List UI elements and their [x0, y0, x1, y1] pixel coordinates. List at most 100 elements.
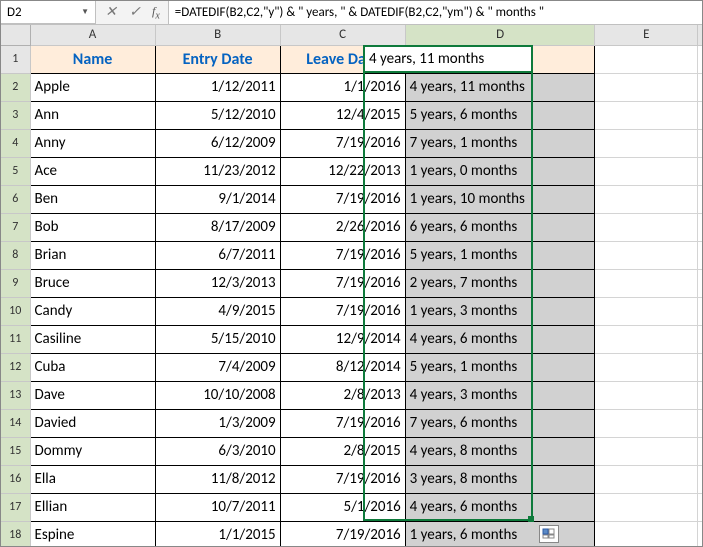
- cell[interactable]: [595, 465, 698, 493]
- cell[interactable]: [595, 269, 698, 297]
- cell[interactable]: [698, 101, 702, 129]
- col-header-C[interactable]: C: [280, 25, 405, 45]
- cell[interactable]: 7/19/2016: [280, 269, 405, 297]
- cell[interactable]: Bruce: [30, 269, 155, 297]
- formula-input[interactable]: =DATEDIF(B2,C2,"y") & " years, " & DATED…: [169, 1, 702, 24]
- cell[interactable]: 1/3/2009: [155, 409, 280, 437]
- row-header[interactable]: 16: [1, 465, 30, 493]
- cell[interactable]: [595, 185, 698, 213]
- cell[interactable]: Espine: [30, 521, 155, 546]
- cell[interactable]: 4 years, 6 months: [405, 325, 595, 353]
- cell[interactable]: [698, 241, 702, 269]
- cell[interactable]: [698, 437, 702, 465]
- cell[interactable]: [595, 437, 698, 465]
- cell[interactable]: [595, 521, 698, 546]
- cell[interactable]: [698, 325, 702, 353]
- cancel-icon[interactable]: ✕: [104, 6, 118, 20]
- cell[interactable]: [595, 241, 698, 269]
- cell[interactable]: Ella: [30, 465, 155, 493]
- cell[interactable]: [698, 465, 702, 493]
- dropdown-icon[interactable]: ▼: [81, 7, 89, 17]
- cell[interactable]: 6 years, 6 months: [405, 213, 595, 241]
- row-header[interactable]: 1: [1, 45, 30, 73]
- cell[interactable]: Apple: [30, 73, 155, 101]
- cell[interactable]: [698, 297, 702, 325]
- cell[interactable]: 10/7/2011: [155, 493, 280, 521]
- cell[interactable]: 1 years, 10 months: [405, 185, 595, 213]
- cell[interactable]: [595, 157, 698, 185]
- col-header-F[interactable]: F: [698, 25, 702, 45]
- cell[interactable]: 2/8/2013: [280, 381, 405, 409]
- cell[interactable]: [698, 73, 702, 101]
- cell[interactable]: [595, 381, 698, 409]
- cell[interactable]: 1/12/2011: [155, 73, 280, 101]
- cell[interactable]: Ben: [30, 185, 155, 213]
- cell[interactable]: 1 years, 0 months: [405, 157, 595, 185]
- cell[interactable]: Bob: [30, 213, 155, 241]
- cell[interactable]: 4 years, 8 months: [405, 437, 595, 465]
- cell[interactable]: 12/3/2013: [155, 269, 280, 297]
- cell[interactable]: 4 years, 3 months: [405, 381, 595, 409]
- row-header[interactable]: 5: [1, 157, 30, 185]
- cell[interactable]: 1/1/2015: [155, 521, 280, 546]
- cell[interactable]: 7/19/2016: [280, 297, 405, 325]
- cell[interactable]: 7/4/2009: [155, 353, 280, 381]
- cell[interactable]: 7 years, 6 months: [405, 409, 595, 437]
- cell[interactable]: Ace: [30, 157, 155, 185]
- cell[interactable]: Casiline: [30, 325, 155, 353]
- row-header[interactable]: 17: [1, 493, 30, 521]
- cell[interactable]: 2/26/2016: [280, 213, 405, 241]
- cell[interactable]: 10/10/2008: [155, 381, 280, 409]
- cell[interactable]: 7/19/2016: [280, 241, 405, 269]
- cell[interactable]: Cuba: [30, 353, 155, 381]
- col-header-B[interactable]: B: [155, 25, 280, 45]
- cell[interactable]: 3 years, 8 months: [405, 465, 595, 493]
- cell[interactable]: Entry Date: [155, 45, 280, 73]
- cell[interactable]: 7/19/2016: [280, 185, 405, 213]
- row-header[interactable]: 14: [1, 409, 30, 437]
- cell[interactable]: 5/1/2016: [280, 493, 405, 521]
- row-header[interactable]: 8: [1, 241, 30, 269]
- cell[interactable]: 5/12/2010: [155, 101, 280, 129]
- cell[interactable]: [595, 297, 698, 325]
- select-all-corner[interactable]: [1, 25, 30, 45]
- row-header[interactable]: 15: [1, 437, 30, 465]
- cell[interactable]: Ann: [30, 101, 155, 129]
- cell[interactable]: 6/7/2011: [155, 241, 280, 269]
- cell[interactable]: Tenure: [405, 45, 595, 73]
- row-header[interactable]: 11: [1, 325, 30, 353]
- cell[interactable]: [595, 325, 698, 353]
- row-header[interactable]: 18: [1, 521, 30, 546]
- cell[interactable]: 4 years, 11 months: [405, 73, 595, 101]
- fx-icon[interactable]: fx: [152, 4, 160, 21]
- cell[interactable]: Davied: [30, 409, 155, 437]
- row-header[interactable]: 13: [1, 381, 30, 409]
- spreadsheet-grid[interactable]: A B C D E F 1NameEntry DateLeave DateTen…: [1, 25, 702, 546]
- cell[interactable]: Leave Date: [280, 45, 405, 73]
- cell[interactable]: [595, 353, 698, 381]
- cell[interactable]: 5 years, 1 months: [405, 353, 595, 381]
- row-header[interactable]: 10: [1, 297, 30, 325]
- cell[interactable]: [595, 73, 698, 101]
- cell[interactable]: [698, 269, 702, 297]
- cell[interactable]: [698, 129, 702, 157]
- row-header[interactable]: 12: [1, 353, 30, 381]
- cell[interactable]: [595, 409, 698, 437]
- row-header[interactable]: 3: [1, 101, 30, 129]
- cell[interactable]: 11/23/2012: [155, 157, 280, 185]
- cell[interactable]: 7/19/2016: [280, 409, 405, 437]
- row-header[interactable]: 2: [1, 73, 30, 101]
- cell[interactable]: [595, 129, 698, 157]
- cell[interactable]: 6/12/2009: [155, 129, 280, 157]
- name-box[interactable]: D2 ▼: [1, 1, 96, 24]
- cell[interactable]: Brian: [30, 241, 155, 269]
- cell[interactable]: [698, 157, 702, 185]
- cell[interactable]: [698, 409, 702, 437]
- cell[interactable]: 11/8/2012: [155, 465, 280, 493]
- cell[interactable]: 1/1/2016: [280, 73, 405, 101]
- cell[interactable]: [595, 213, 698, 241]
- cell[interactable]: [698, 493, 702, 521]
- autofill-options-button[interactable]: [539, 525, 559, 543]
- cell[interactable]: 7 years, 1 months: [405, 129, 595, 157]
- cell[interactable]: [595, 101, 698, 129]
